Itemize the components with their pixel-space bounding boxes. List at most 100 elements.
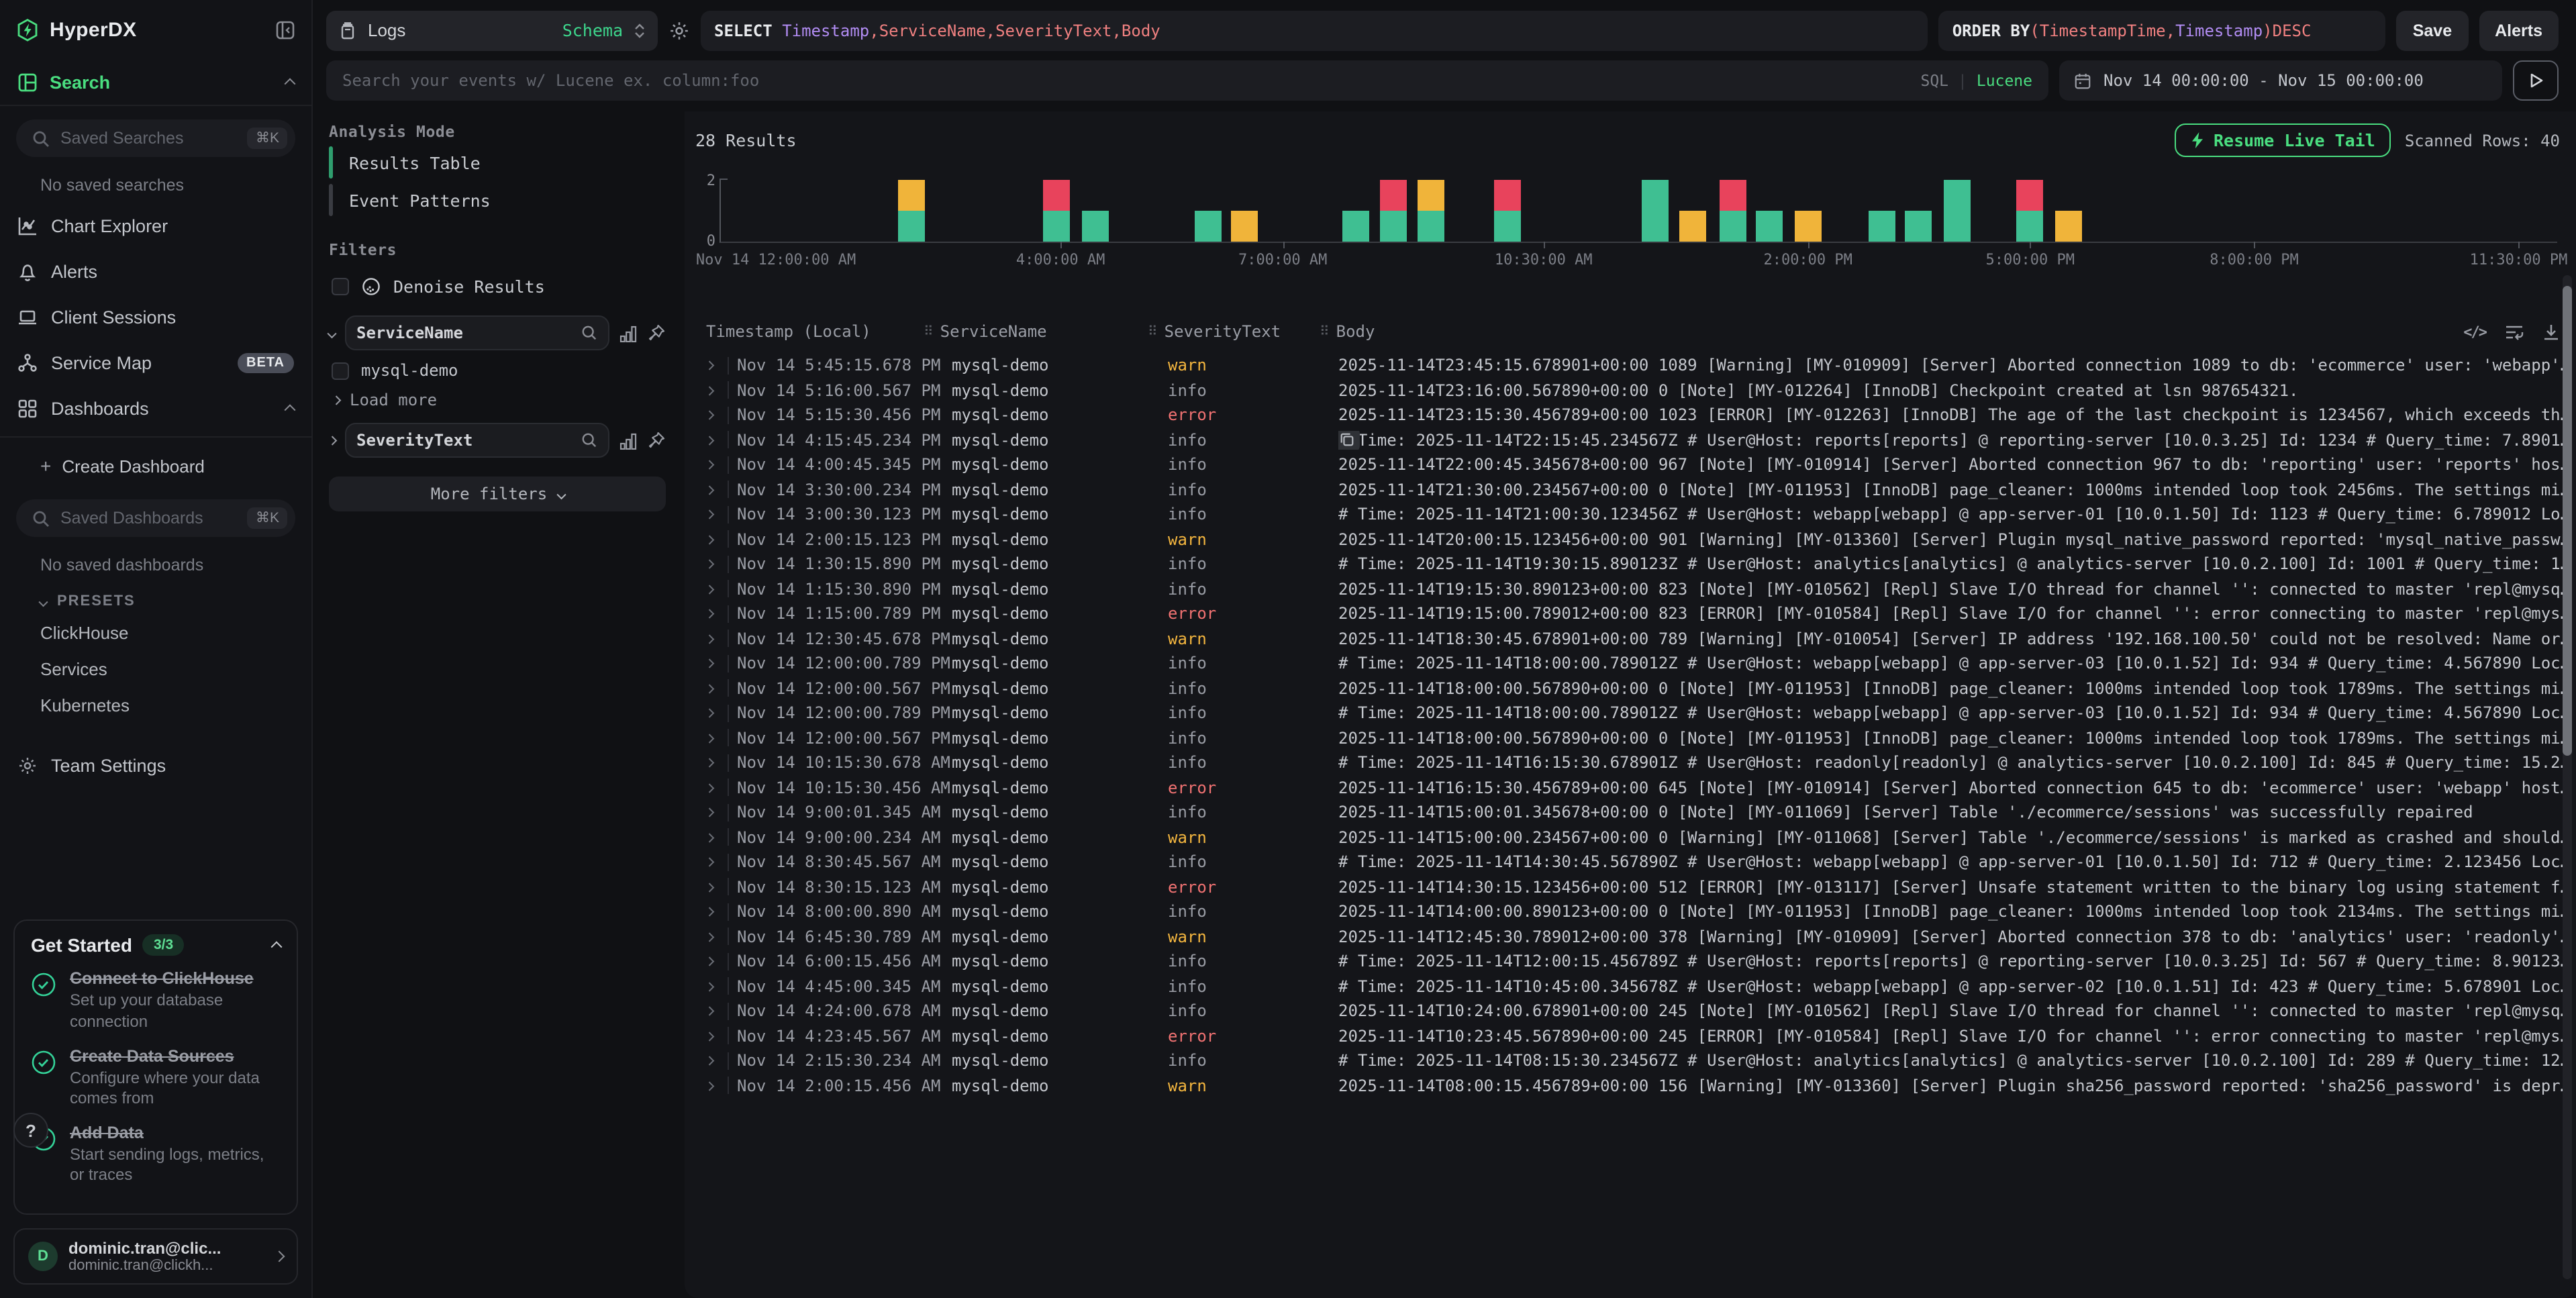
table-row[interactable]: Nov 14 1:15:00.789 PMmysql-demoerror2025… [685, 601, 2576, 626]
row-expand-icon[interactable] [705, 932, 713, 941]
table-row[interactable]: Nov 14 4:00:45.345 PMmysql-demoinfo2025-… [685, 452, 2576, 477]
row-expand-icon[interactable] [705, 808, 713, 817]
histogram-bar[interactable] [1194, 211, 1221, 242]
get-started-step[interactable]: Add DataStart sending logs, metrics, or … [31, 1124, 281, 1187]
histogram-bar[interactable] [1343, 211, 1370, 242]
select-clause-input[interactable]: SELECT Timestamp ,ServiceName,SeverityTe… [701, 10, 1928, 50]
row-expand-icon[interactable] [705, 957, 713, 966]
filter-chart-button[interactable] [619, 432, 638, 449]
histogram-bar[interactable] [1082, 211, 1109, 242]
row-expand-icon[interactable] [705, 858, 713, 866]
row-expand-icon[interactable] [705, 386, 713, 395]
order-by-input[interactable]: ORDER BY ( TimestampTime, Timestamp ) DE… [1939, 10, 2386, 50]
table-row[interactable]: Nov 14 9:00:01.345 AMmysql-demoinfo2025-… [685, 800, 2576, 825]
histogram-bar[interactable] [2017, 180, 2044, 242]
table-row[interactable]: Nov 14 4:15:45.234 PMmysql-demoinfo# Tim… [685, 428, 2576, 452]
load-more-button[interactable]: Load more [333, 391, 666, 409]
row-expand-icon[interactable] [705, 734, 713, 742]
table-row[interactable]: Nov 14 2:00:15.123 PMmysql-demowarn2025-… [685, 527, 2576, 552]
more-filters-button[interactable]: More filters [329, 477, 666, 511]
column-header-servicename[interactable]: ⠿ServiceName [924, 322, 1148, 341]
search-input[interactable]: Search your events w/ Lucene ex. column:… [326, 60, 2048, 101]
resume-live-tail-button[interactable]: Resume Live Tail [2175, 123, 2391, 157]
row-expand-icon[interactable] [705, 609, 713, 618]
table-row[interactable]: Nov 14 12:00:00.567 PMmysql-demoinfo2025… [685, 676, 2576, 701]
sidebar-item-client-sessions[interactable]: Client Sessions [0, 294, 311, 340]
filter-field-pill[interactable]: SeverityText [344, 423, 609, 458]
view-source-icon[interactable]: </> [2463, 323, 2486, 340]
row-expand-icon[interactable] [705, 659, 713, 668]
sidebar-item-team-settings[interactable]: Team Settings [0, 742, 311, 788]
drag-handle-icon[interactable]: ⠿ [1148, 324, 1158, 339]
table-row[interactable]: Nov 14 2:15:30.234 AMmysql-demoinfo# Tim… [685, 1048, 2576, 1073]
preset-services[interactable]: Services [0, 651, 311, 687]
row-expand-icon[interactable] [705, 1032, 713, 1040]
table-row[interactable]: Nov 14 12:30:45.678 PMmysql-demowarn2025… [685, 626, 2576, 651]
row-expand-icon[interactable] [705, 709, 713, 717]
row-expand-icon[interactable] [705, 1007, 713, 1015]
sidebar-item-service-map[interactable]: Service MapBETA [0, 340, 311, 385]
table-row[interactable]: Nov 14 1:15:30.890 PMmysql-demoinfo2025-… [685, 577, 2576, 601]
row-expand-icon[interactable] [705, 436, 713, 444]
mode-sql-label[interactable]: SQL [1920, 71, 1948, 90]
chart-icon[interactable] [619, 432, 638, 449]
sidebar-item-chart-explorer[interactable]: Chart Explorer [0, 203, 311, 248]
source-select[interactable]: Logs Schema [326, 10, 658, 50]
table-row[interactable]: Nov 14 10:15:30.456 AMmysql-demoerror202… [685, 775, 2576, 800]
table-row[interactable]: Nov 14 10:15:30.678 AMmysql-demoinfo# Ti… [685, 750, 2576, 775]
analysis-mode-results-table[interactable]: Results Table [329, 146, 666, 179]
table-row[interactable]: Nov 14 12:00:00.789 PMmysql-demoinfo# Ti… [685, 651, 2576, 676]
table-row[interactable]: Nov 14 3:30:00.234 PMmysql-demoinfo2025-… [685, 477, 2576, 502]
row-expand-icon[interactable] [705, 907, 713, 916]
row-expand-icon[interactable] [705, 833, 713, 842]
row-expand-icon[interactable] [705, 684, 713, 693]
wrap-text-icon[interactable] [2505, 323, 2524, 340]
row-expand-icon[interactable] [705, 510, 713, 519]
saved-dashboards-input[interactable]: Saved Dashboards ⌘K [16, 499, 295, 537]
table-row[interactable]: Nov 14 8:30:15.123 AMmysql-demoerror2025… [685, 875, 2576, 899]
row-expand-icon[interactable] [705, 982, 713, 991]
chevron-right-icon[interactable] [328, 436, 336, 445]
histogram-bar[interactable] [2055, 211, 2082, 242]
histogram-bar[interactable] [1044, 180, 1071, 242]
preset-kubernetes[interactable]: Kubernetes [0, 687, 311, 723]
table-row[interactable]: Nov 14 6:45:30.789 AMmysql-demowarn2025-… [685, 924, 2576, 949]
chevron-down-icon[interactable] [328, 329, 336, 338]
table-row[interactable]: Nov 14 9:00:00.234 AMmysql-demowarn2025-… [685, 825, 2576, 850]
help-button[interactable]: ? [13, 1113, 48, 1148]
histogram-bar[interactable] [1231, 211, 1258, 242]
pin-icon[interactable] [647, 323, 666, 342]
chevron-up-icon[interactable] [271, 942, 283, 953]
drag-handle-icon[interactable]: ⠿ [1320, 324, 1330, 339]
row-expand-icon[interactable] [705, 883, 713, 891]
table-row[interactable]: Nov 14 6:00:15.456 AMmysql-demoinfo# Tim… [685, 949, 2576, 974]
histogram-bar[interactable] [1756, 211, 1783, 242]
histogram-bar[interactable] [1493, 180, 1520, 242]
histogram-bar[interactable] [1905, 211, 1932, 242]
sidebar-collapse-icon[interactable] [275, 19, 295, 40]
drag-handle-icon[interactable]: ⠿ [924, 324, 934, 339]
row-expand-icon[interactable] [705, 783, 713, 792]
histogram-bar[interactable] [1679, 211, 1705, 242]
row-expand-icon[interactable] [705, 535, 713, 544]
histogram-bar[interactable] [899, 180, 926, 242]
download-icon[interactable] [2542, 323, 2560, 340]
row-expand-icon[interactable] [705, 1056, 713, 1065]
get-started-step[interactable]: Connect to ClickHouseSet up your databas… [31, 970, 281, 1033]
row-expand-icon[interactable] [705, 560, 713, 568]
run-query-button[interactable] [2513, 60, 2559, 101]
table-row[interactable]: Nov 14 5:45:15.678 PMmysql-demowarn2025-… [685, 353, 2576, 378]
row-expand-icon[interactable] [705, 460, 713, 469]
histogram-bar[interactable] [1868, 211, 1895, 242]
table-row[interactable]: Nov 14 8:00:00.890 AMmysql-demoinfo2025-… [685, 899, 2576, 924]
table-row[interactable]: Nov 14 4:23:45.567 AMmysql-demoerror2025… [685, 1024, 2576, 1048]
filter-pin-button[interactable] [647, 431, 666, 450]
filter-value-mysql-demo[interactable]: mysql-demo [332, 361, 666, 380]
table-row[interactable]: Nov 14 1:30:15.890 PMmysql-demoinfo# Tim… [685, 552, 2576, 577]
row-expand-icon[interactable] [705, 634, 713, 643]
histogram-bar[interactable] [1943, 180, 1970, 242]
vertical-scrollbar[interactable] [2563, 275, 2572, 1279]
saved-searches-input[interactable]: Saved Searches ⌘K [16, 119, 295, 157]
histogram-bar[interactable] [1642, 180, 1669, 242]
pin-icon[interactable] [647, 431, 666, 450]
